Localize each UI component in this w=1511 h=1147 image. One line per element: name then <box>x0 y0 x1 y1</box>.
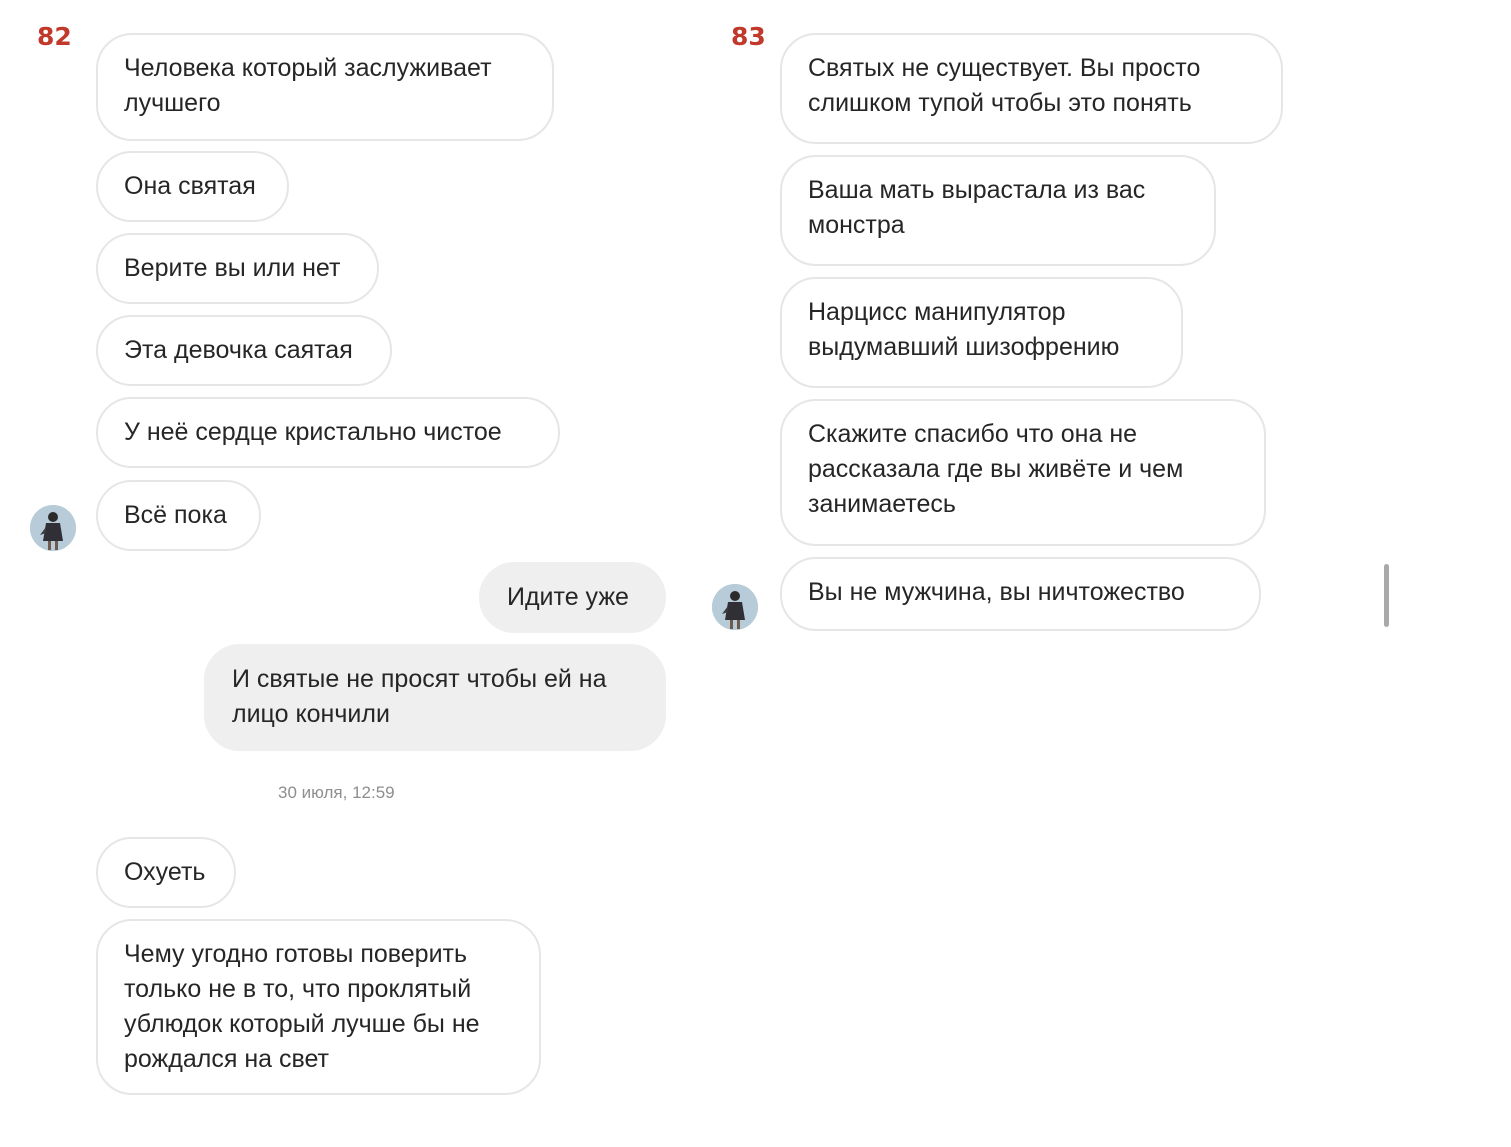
received-message: Верите вы или нет <box>96 233 379 304</box>
received-message: Она святая <box>96 151 289 222</box>
received-message: Эта девочка саятая <box>96 315 392 386</box>
received-message: Нарцисс манипулятор выдумавший шизофрени… <box>780 277 1183 388</box>
sent-message: Идите уже <box>479 562 666 633</box>
received-message: У неё сердце кристально чистое <box>96 397 560 468</box>
received-message: Всё пока <box>96 480 261 551</box>
received-message: Вы не мужчина, вы ничтожество <box>780 557 1261 631</box>
user-avatar-icon[interactable] <box>712 584 758 630</box>
received-message: Святых не существует. Вы просто слишком … <box>780 33 1283 144</box>
received-message: Охуеть <box>96 837 236 908</box>
page-number-left: 82 <box>37 22 72 51</box>
received-message: Скажите спасибо что она не рассказала гд… <box>780 399 1266 546</box>
received-message: Ваша мать вырастала из вас монстра <box>780 155 1216 266</box>
user-avatar-icon[interactable] <box>30 505 76 551</box>
message-timestamp: 30 июля, 12:59 <box>278 783 395 802</box>
page-number-right: 83 <box>731 22 766 51</box>
received-message: Человека который заслуживает лучшего <box>96 33 554 141</box>
received-message: Чему угодно готовы поверить только не в … <box>96 919 541 1095</box>
scrollbar-thumb[interactable] <box>1384 564 1389 627</box>
sent-message: И святые не просят чтобы ей на лицо конч… <box>204 644 666 751</box>
